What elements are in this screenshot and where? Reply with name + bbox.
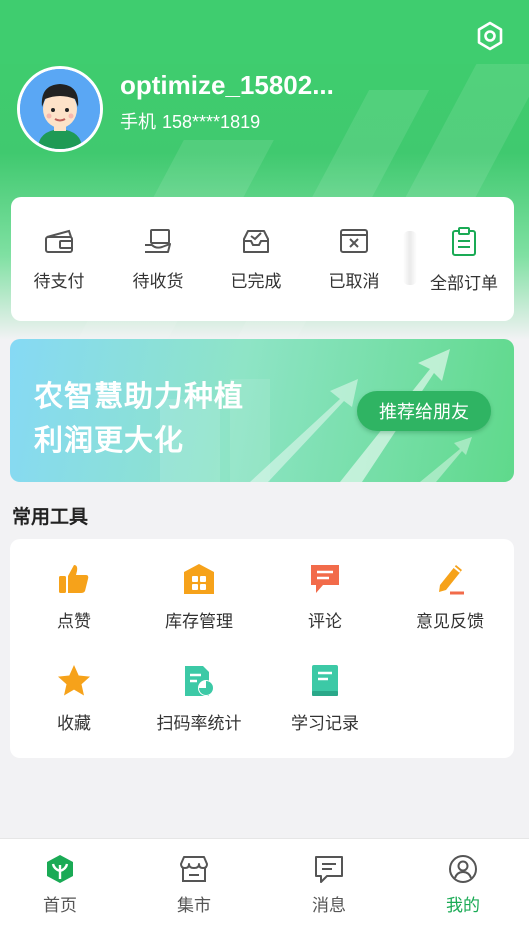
order-label: 已完成 <box>230 272 282 292</box>
tab-label: 集市 <box>177 896 211 916</box>
tool-label: 库存管理 <box>165 612 233 632</box>
order-label: 待支付 <box>33 272 85 292</box>
tool-label: 学习记录 <box>291 714 359 734</box>
phone-label: 手机 <box>120 112 156 132</box>
tool-inventory[interactable]: 库存管理 <box>139 561 259 632</box>
order-label: 待收货 <box>132 272 184 292</box>
home-plant-icon <box>47 855 73 883</box>
order-label: 已取消 <box>328 272 380 292</box>
cancel-box-icon <box>340 229 368 253</box>
banner-title-line1: 农智慧助力种植 <box>34 379 245 413</box>
order-cancelled[interactable]: 已取消 <box>309 227 399 292</box>
book-icon <box>312 665 338 696</box>
tool-comment[interactable]: 评论 <box>265 561 385 632</box>
order-label: 全部订单 <box>430 274 498 294</box>
order-all[interactable]: 全部订单 <box>419 227 509 294</box>
tab-label: 我的 <box>446 896 480 916</box>
avatar[interactable] <box>17 66 103 152</box>
tool-label: 收藏 <box>57 714 91 734</box>
stats-doc-icon <box>185 666 214 696</box>
order-completed[interactable]: 已完成 <box>211 227 301 292</box>
message-icon <box>315 856 343 883</box>
tool-scan-stats[interactable]: 扫码率统计 <box>139 663 259 734</box>
tool-label: 点赞 <box>57 612 91 632</box>
tool-like[interactable]: 点赞 <box>14 561 134 632</box>
tools-section-title: 常用工具 <box>12 506 89 528</box>
username: optimize_15802... <box>120 70 334 100</box>
recommend-button[interactable]: 推荐给朋友 <box>357 391 491 431</box>
pencil-icon <box>439 565 464 595</box>
thumbs-up-icon <box>59 565 89 593</box>
hand-package-icon <box>145 229 171 253</box>
tab-label: 首页 <box>43 896 77 916</box>
warehouse-icon <box>184 564 214 594</box>
clipboard-icon <box>452 227 476 256</box>
orders-card: 待支付 待收货 已完成 已取消 全部订单 <box>11 197 514 321</box>
tool-favorites[interactable]: 收藏 <box>14 663 134 734</box>
tab-messages[interactable]: 消息 <box>284 853 374 916</box>
market-icon <box>180 856 208 882</box>
user-icon <box>449 855 477 883</box>
wallet-icon <box>45 229 73 253</box>
star-icon <box>58 665 90 696</box>
tool-label: 评论 <box>308 612 342 632</box>
tab-label: 消息 <box>312 896 346 916</box>
gear-icon <box>477 21 503 51</box>
tool-label: 扫码率统计 <box>156 714 242 734</box>
tool-label: 意见反馈 <box>416 612 484 632</box>
tool-feedback[interactable]: 意见反馈 <box>390 561 510 632</box>
tools-card: 点赞 库存管理 评论 意见反馈 收藏 扫码率统计 学习记录 <box>10 539 514 758</box>
status-area <box>0 0 529 64</box>
promo-banner[interactable]: 农智慧助力种植 利润更大化 推荐给朋友 <box>10 339 514 482</box>
comment-icon <box>311 565 339 593</box>
banner-title-line2: 利润更大化 <box>34 423 185 457</box>
order-pending-receipt[interactable]: 待收货 <box>113 227 203 292</box>
order-pending-payment[interactable]: 待支付 <box>14 227 104 292</box>
phone-line: 手机 158****1819 <box>120 108 266 134</box>
bottom-tab-bar: 首页 集市 消息 我的 <box>0 838 529 933</box>
tab-mine[interactable]: 我的 <box>418 853 508 916</box>
order-divider <box>403 231 417 285</box>
settings-button[interactable] <box>472 18 508 54</box>
tool-study-record[interactable]: 学习记录 <box>265 663 385 734</box>
tab-home[interactable]: 首页 <box>15 853 105 916</box>
tab-market[interactable]: 集市 <box>149 853 239 916</box>
phone-number: 158****1819 <box>162 112 261 132</box>
inbox-check-icon <box>243 230 269 253</box>
